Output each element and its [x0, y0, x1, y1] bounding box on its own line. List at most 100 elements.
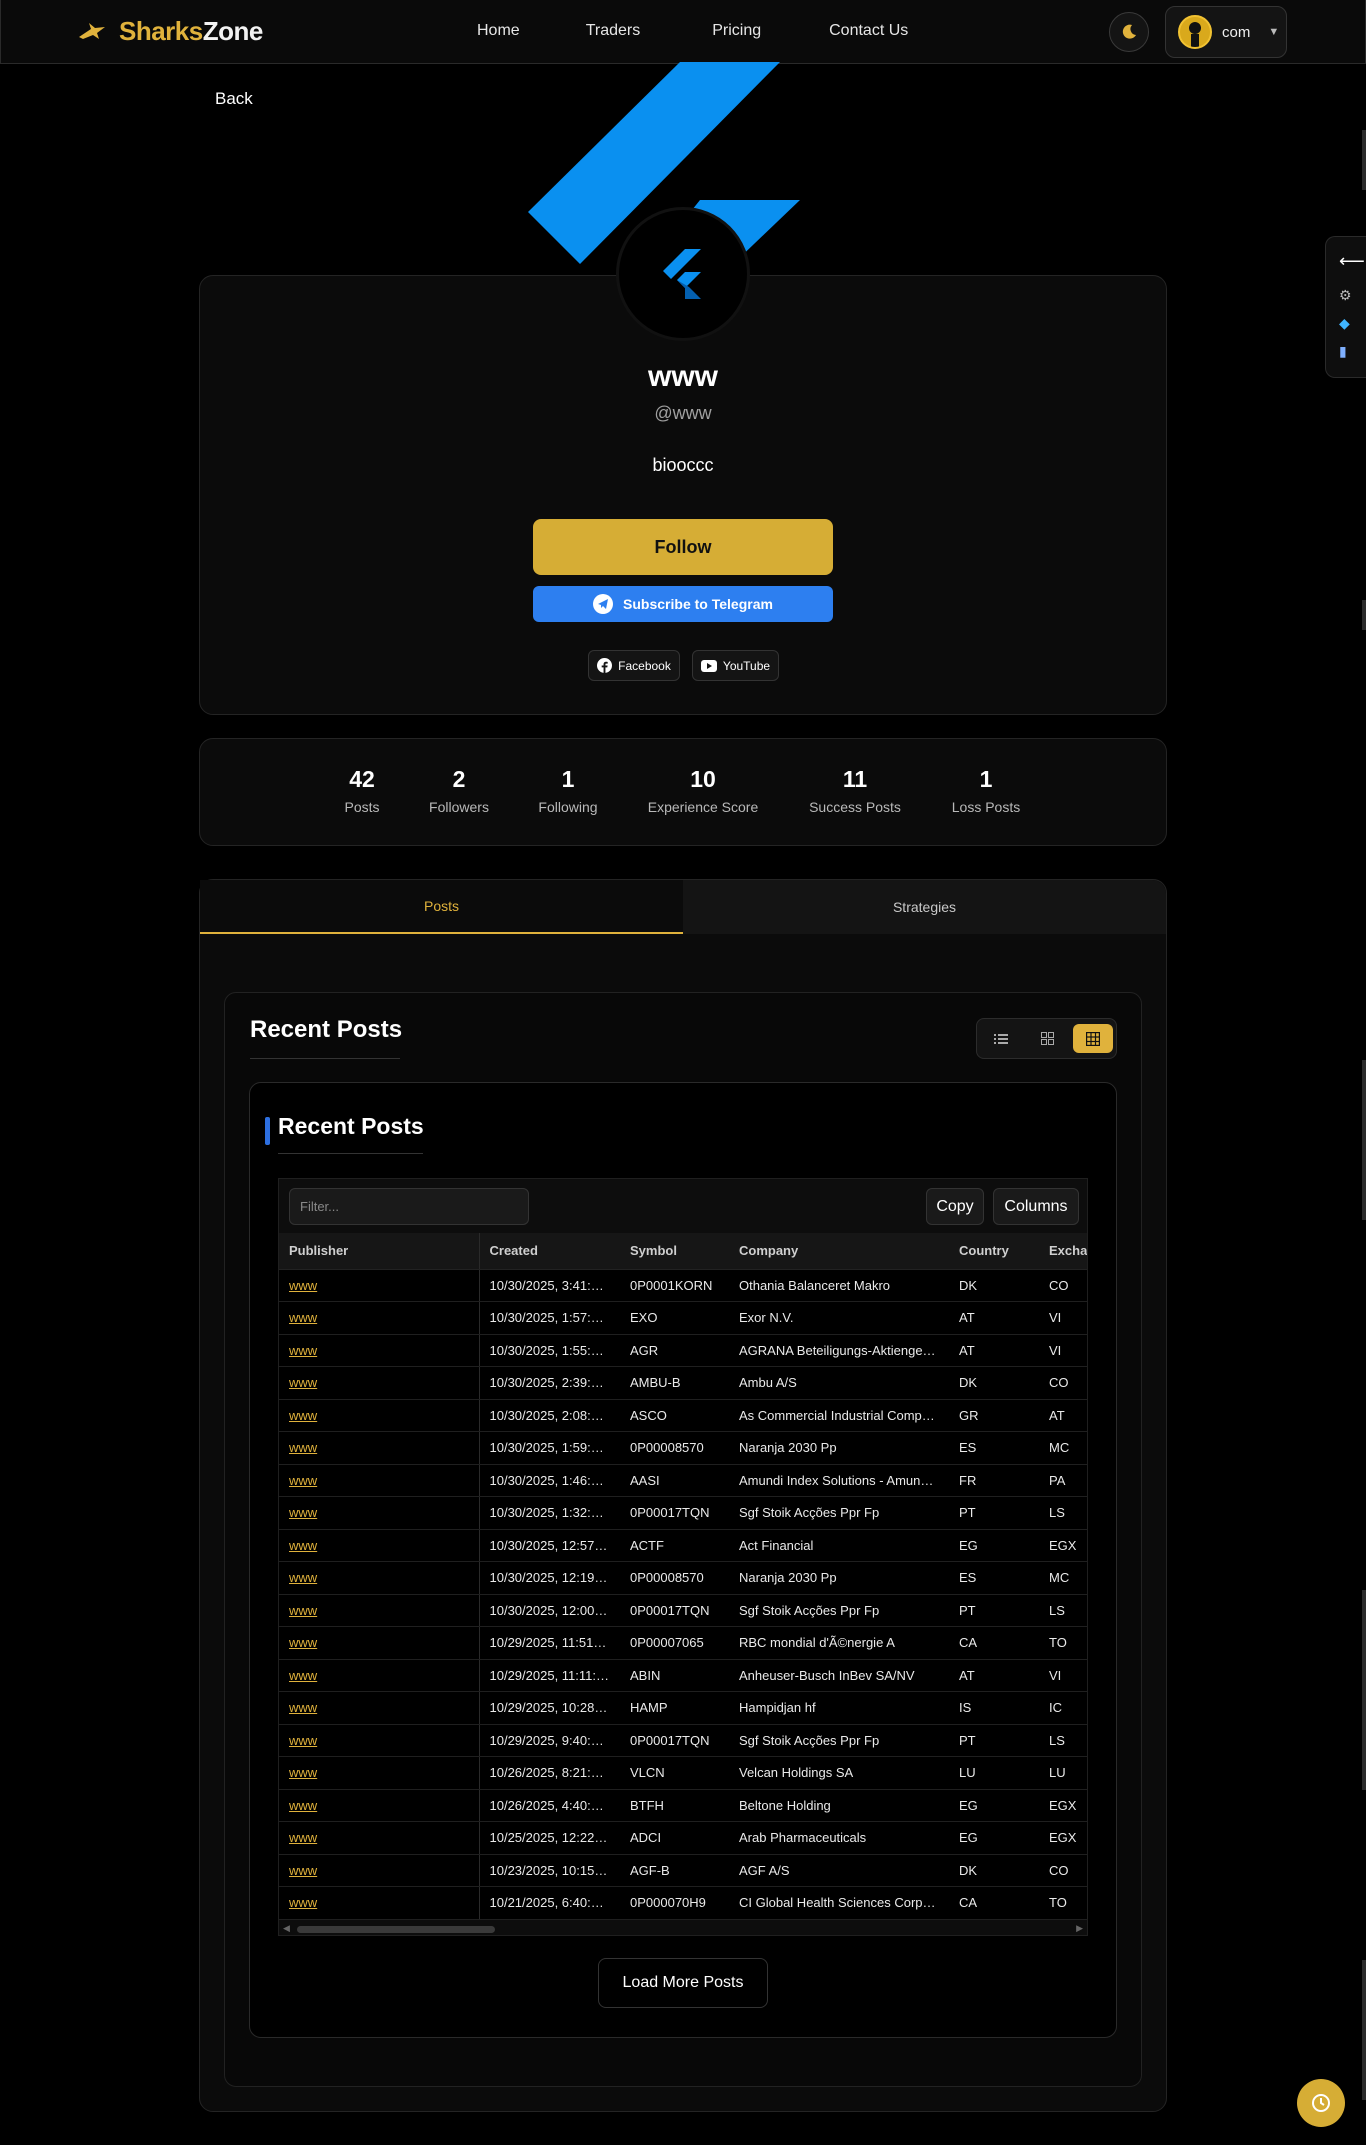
clock-icon	[1312, 2094, 1330, 2112]
table-row[interactable]: www 10/30/2025, 1:46:… AASI Amundi Index So…	[279, 1464, 1087, 1497]
table-row[interactable]: www 10/26/2025, 8:21:… VLCN Velcan Holdings…	[279, 1756, 1087, 1790]
publisher-link[interactable]: www	[289, 1798, 317, 1813]
cell-company: AGRANA Beteiligungs-Aktienge…	[729, 1334, 949, 1367]
stat-success-posts: 11 Success Posts	[809, 766, 901, 815]
table-row[interactable]: www 10/30/2025, 3:41:… 0P0001KORN Othania B…	[279, 1269, 1087, 1302]
publisher-link[interactable]: www	[289, 1473, 317, 1488]
cell-created: 10/30/2025, 12:19…	[479, 1561, 620, 1595]
publisher-link[interactable]: www	[289, 1408, 317, 1423]
gear-icon[interactable]: ⚙	[1339, 287, 1352, 304]
table-row[interactable]: www 10/30/2025, 1:32:… 0P00017TQN Sgf Stoik…	[279, 1496, 1087, 1530]
table-row[interactable]: www 10/30/2025, 1:57:… EXO Exor N.V. AT VI	[279, 1301, 1087, 1335]
column-header-company[interactable]: Company	[729, 1233, 949, 1270]
publisher-link[interactable]: www	[289, 1863, 317, 1878]
brand-logo[interactable]: SharksZone	[77, 16, 263, 47]
publisher-link[interactable]: www	[289, 1343, 317, 1358]
cell-exchange: TO	[1039, 1886, 1087, 1920]
table-row[interactable]: www 10/23/2025, 10:15… AGF-B AGF A/S DK CO	[279, 1854, 1087, 1887]
column-header-publisher[interactable]: Publisher	[279, 1233, 480, 1270]
publisher-link[interactable]: www	[289, 1375, 317, 1390]
title-accent-bar	[265, 1117, 270, 1145]
cell-company: Beltone Holding	[729, 1789, 949, 1822]
publisher-link[interactable]: www	[289, 1603, 317, 1618]
cell-country: EG	[949, 1529, 1039, 1562]
facebook-link[interactable]: Facebook	[588, 650, 680, 681]
cell-company: Hampidjan hf	[729, 1691, 949, 1725]
nav-pricing[interactable]: Pricing	[712, 22, 761, 40]
stat-label: Success Posts	[809, 799, 901, 815]
publisher-link[interactable]: www	[289, 1635, 317, 1650]
table-row[interactable]: www 10/30/2025, 2:08:… ASCO As Commercial I…	[279, 1399, 1087, 1432]
user-menu-button[interactable]: com ▼	[1165, 6, 1287, 58]
column-header-country[interactable]: Country	[949, 1233, 1039, 1270]
table-row[interactable]: www 10/29/2025, 9:40:… 0P00017TQN Sgf Stoik…	[279, 1724, 1087, 1757]
table-row[interactable]: www 10/30/2025, 12:00… 0P00017TQN Sgf Stoik…	[279, 1594, 1087, 1627]
cell-company: CI Global Health Sciences Corp…	[729, 1886, 949, 1920]
table-view-button[interactable]	[1073, 1024, 1113, 1053]
cell-country: AT	[949, 1301, 1039, 1335]
scrollbar-thumb[interactable]	[297, 1926, 495, 1933]
table-row[interactable]: www 10/29/2025, 11:51… 0P00007065 RBC mondi…	[279, 1626, 1087, 1660]
nav-traders[interactable]: Traders	[586, 22, 641, 40]
publisher-link[interactable]: www	[289, 1830, 317, 1845]
follow-button[interactable]: Follow	[533, 519, 833, 575]
table-row[interactable]: www 10/29/2025, 11:11:… ABIN Anheuser-Busch…	[279, 1659, 1087, 1692]
scroll-left-icon[interactable]: ◀	[283, 1923, 290, 1934]
horizontal-scrollbar[interactable]: ◀ ▶	[279, 1923, 1087, 1935]
stat-label: Loss Posts	[951, 799, 1021, 815]
list-view-button[interactable]	[981, 1024, 1021, 1053]
table-row[interactable]: www 10/30/2025, 1:55:… AGR AGRANA Beteiligu…	[279, 1334, 1087, 1367]
cell-exchange: MC	[1039, 1431, 1087, 1465]
cell-symbol: AMBU-B	[620, 1366, 729, 1400]
cell-created: 10/23/2025, 10:15…	[479, 1854, 620, 1887]
chart-icon[interactable]: ▮	[1339, 343, 1347, 360]
columns-button[interactable]: Columns	[993, 1188, 1079, 1225]
table-row[interactable]: www 10/30/2025, 2:39:… AMBU-B Ambu A/S DK CO	[279, 1366, 1087, 1400]
publisher-link[interactable]: www	[289, 1505, 317, 1520]
gem-icon[interactable]: ◆	[1339, 315, 1350, 332]
filter-input[interactable]: Filter...	[289, 1188, 529, 1225]
stat-following[interactable]: 1 Following	[538, 766, 597, 815]
table-row[interactable]: www 10/30/2025, 12:57… ACTF Act Financial EG…	[279, 1529, 1087, 1562]
cell-company: Sgf Stoik Acções Ppr Fp	[729, 1724, 949, 1757]
tab-strategies[interactable]: Strategies	[683, 880, 1166, 934]
publisher-link[interactable]: www	[289, 1310, 317, 1325]
theme-toggle-button[interactable]	[1109, 12, 1149, 52]
stat-followers[interactable]: 2 Followers	[429, 766, 489, 815]
subscribe-telegram-button[interactable]: Subscribe to Telegram	[533, 586, 833, 622]
copy-button[interactable]: Copy	[926, 1188, 984, 1225]
cell-exchange: MC	[1039, 1561, 1087, 1595]
nav-contact[interactable]: Contact Us	[829, 22, 908, 40]
cell-country: EG	[949, 1789, 1039, 1822]
table-row[interactable]: www 10/29/2025, 10:28… HAMP Hampidjan hf IS I…	[279, 1691, 1087, 1725]
publisher-link[interactable]: www	[289, 1895, 317, 1910]
table-row[interactable]: www 10/25/2025, 12:22… ADCI Arab Pharmaceut…	[279, 1821, 1087, 1855]
publisher-link[interactable]: www	[289, 1668, 317, 1683]
publisher-link[interactable]: www	[289, 1538, 317, 1553]
scroll-right-icon[interactable]: ▶	[1076, 1923, 1083, 1934]
column-header-created[interactable]: Created	[479, 1233, 620, 1270]
table-row[interactable]: www 10/26/2025, 4:40:… BTFH Beltone Holding…	[279, 1789, 1087, 1822]
publisher-link[interactable]: www	[289, 1570, 317, 1585]
arrow-left-icon[interactable]: ⟵	[1339, 251, 1365, 272]
publisher-link[interactable]: www	[289, 1278, 317, 1293]
publisher-link[interactable]: www	[289, 1765, 317, 1780]
publisher-link[interactable]: www	[289, 1440, 317, 1455]
column-header-symbol[interactable]: Symbol	[620, 1233, 729, 1270]
cell-company: AGF A/S	[729, 1854, 949, 1887]
table-row[interactable]: www 10/30/2025, 12:19… 0P00008570 Naranja 2…	[279, 1561, 1087, 1595]
table-row[interactable]: www 10/30/2025, 1:59:… 0P00008570 Naranja 2…	[279, 1431, 1087, 1465]
history-fab-button[interactable]	[1297, 2079, 1345, 2127]
cell-symbol: VLCN	[620, 1756, 729, 1790]
back-link[interactable]: Back	[215, 89, 253, 109]
youtube-link[interactable]: YouTube	[692, 650, 779, 681]
publisher-link[interactable]: www	[289, 1700, 317, 1715]
publisher-link[interactable]: www	[289, 1733, 317, 1748]
nav-home[interactable]: Home	[477, 22, 520, 40]
table-row[interactable]: www 10/21/2025, 6:40:… 0P000070H9 CI Global…	[279, 1886, 1087, 1920]
tab-posts[interactable]: Posts	[200, 880, 683, 934]
cell-company: Sgf Stoik Acções Ppr Fp	[729, 1594, 949, 1627]
column-header-exchange[interactable]: Excha	[1039, 1233, 1087, 1270]
grid-view-button[interactable]	[1027, 1024, 1067, 1053]
load-more-button[interactable]: Load More Posts	[598, 1958, 768, 2008]
